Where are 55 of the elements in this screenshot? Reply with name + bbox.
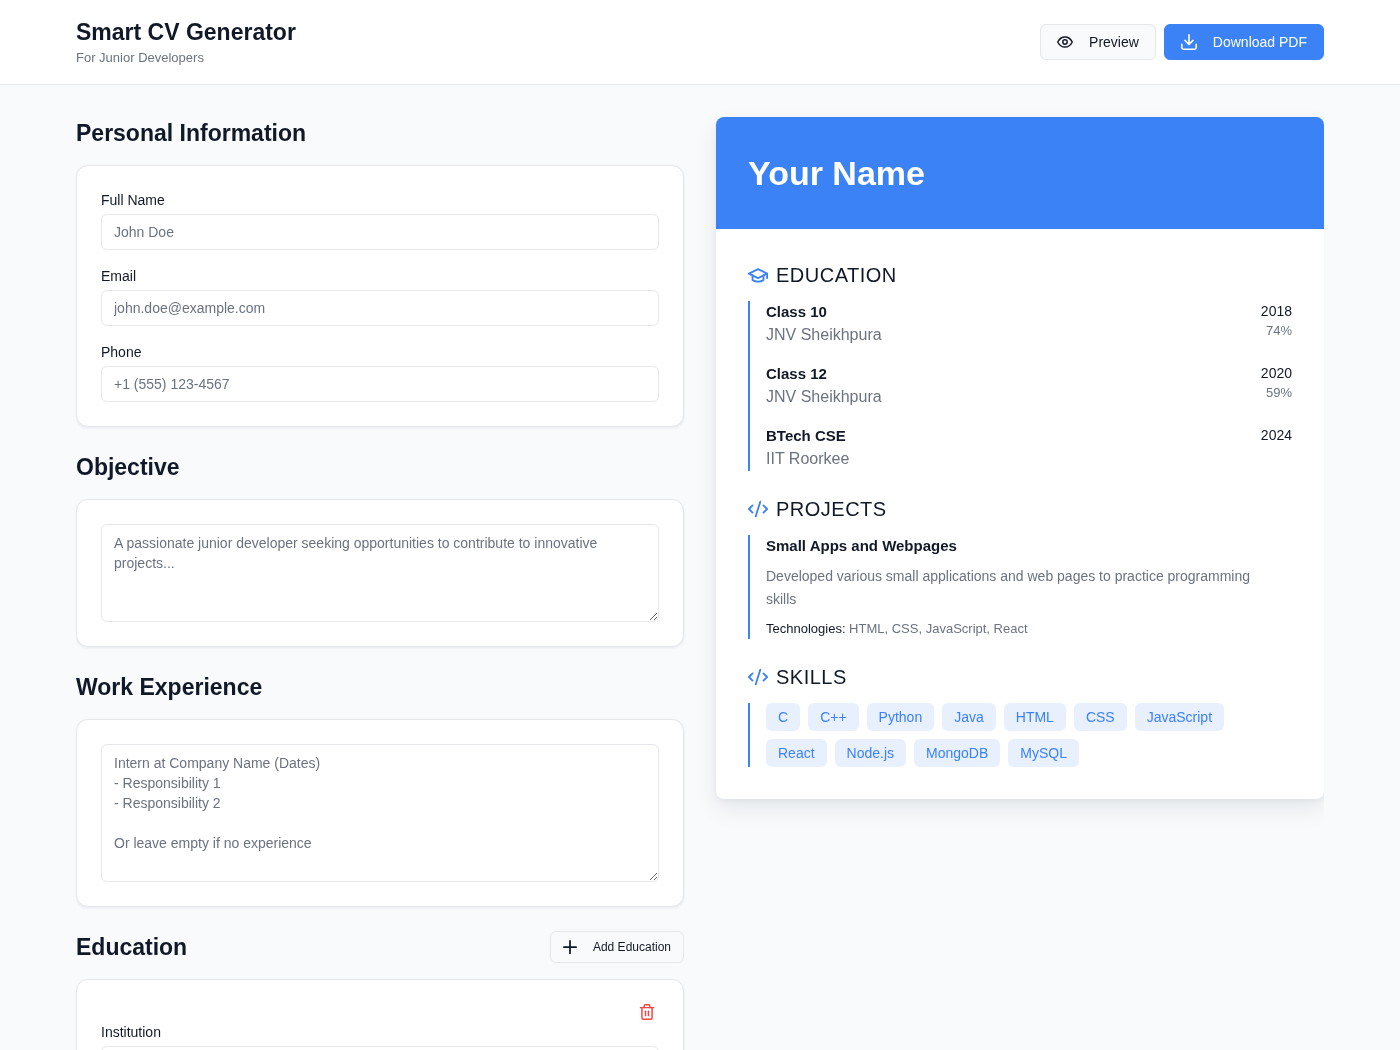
skill-tag: CSS — [1073, 703, 1127, 731]
skill-tag: JavaScript — [1134, 703, 1225, 731]
input-field[interactable]: +1 (555) 123-4567 — [101, 366, 659, 402]
degree-title: Class 10 — [766, 302, 827, 322]
preview-button[interactable]: Preview — [1040, 24, 1156, 60]
project-description: Developed various small applications and web pages to practice programming skills — [766, 567, 1252, 609]
section-heading: Objective — [76, 453, 180, 482]
add-education-button[interactable]: Add Education — [549, 931, 684, 963]
download-icon — [1180, 34, 1197, 50]
section-heading: Education — [76, 933, 188, 962]
project-title: Small Apps and Webpages — [766, 536, 957, 556]
code-icon — [748, 667, 768, 687]
field-label: Institution — [101, 1023, 161, 1042]
skill-tag: C — [766, 703, 801, 731]
trash-icon — [639, 1004, 655, 1020]
cv-section-heading: PROJECTS — [776, 497, 887, 522]
year-text: 2018 — [1260, 302, 1292, 321]
field-label: Full Name — [101, 191, 165, 210]
delete-button[interactable] — [639, 1004, 655, 1020]
skill-tag: Node.js — [834, 739, 907, 767]
section-heading: Personal Information — [76, 119, 307, 148]
institution-text: IIT Roorkee — [766, 449, 850, 469]
degree-title: Class 12 — [766, 364, 827, 384]
institution-text: JNV Sheikhpura — [766, 387, 882, 407]
graduation-cap-icon — [748, 265, 768, 285]
code-icon — [748, 499, 768, 519]
cv-name: Your Name — [748, 153, 925, 193]
year-text: 2020 — [1260, 364, 1292, 383]
app-title: Smart CV Generator — [76, 18, 296, 47]
project-technologies: Technologies: HTML, CSS, JavaScript, React — [766, 620, 1028, 638]
skill-tag: MySQL — [1008, 739, 1079, 767]
institution-text: JNV Sheikhpura — [766, 325, 882, 345]
section-heading: Work Experience — [76, 673, 263, 702]
skill-tag: Java — [942, 703, 996, 731]
field-label: Email — [101, 267, 136, 286]
skill-tag: Python — [866, 703, 935, 731]
skill-tag: HTML — [1003, 703, 1066, 731]
download-pdf-button[interactable]: Download PDF — [1163, 24, 1324, 60]
cv-section-heading: SKILLS — [776, 665, 847, 690]
input-field[interactable]: john.doe@example.com — [101, 290, 659, 326]
skill-tag: React — [766, 739, 827, 767]
score-text: 59% — [1265, 384, 1292, 402]
text-area-field[interactable]: A passionate junior developer seeking opportunities to contribute to innovative projects... — [101, 524, 659, 622]
plus-icon — [562, 940, 577, 954]
field-label: Phone — [101, 343, 142, 362]
skill-tag: C++ — [808, 703, 859, 731]
year-text: 2024 — [1260, 426, 1292, 445]
cv-section-heading: EDUCATION — [776, 263, 897, 288]
score-text: 74% — [1265, 322, 1292, 340]
degree-title: BTech CSE — [766, 426, 846, 446]
skill-tag: MongoDB — [914, 739, 1001, 767]
eye-icon — [1057, 34, 1074, 50]
text-area-field[interactable]: Intern at Company Name (Dates) - Responsibility 1 - Responsibility 2 Or leave empty if no experience — [101, 744, 659, 882]
app-subtitle: For Junior Developers — [76, 49, 204, 67]
input-field[interactable]: John Doe — [101, 214, 659, 250]
